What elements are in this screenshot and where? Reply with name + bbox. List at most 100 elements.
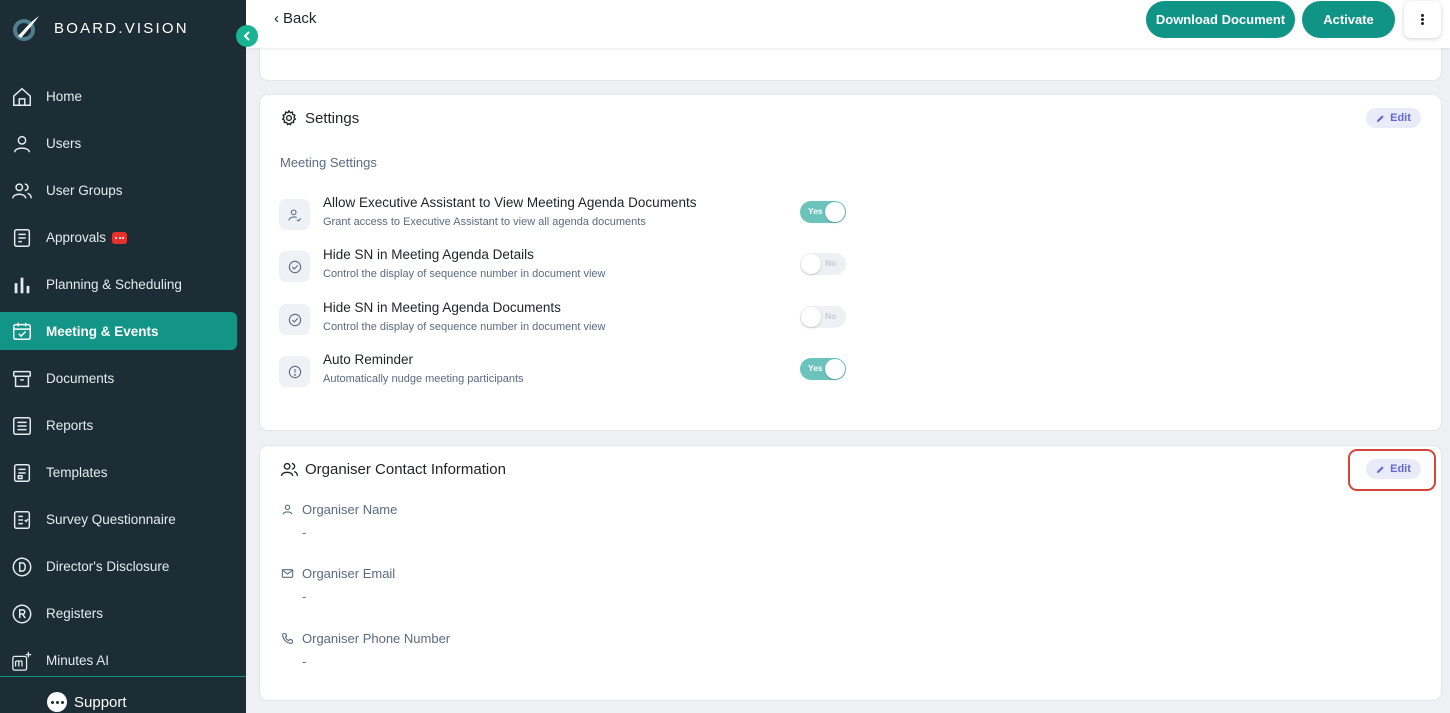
settings-edit-button[interactable]: Edit [1366, 108, 1421, 128]
sidebar-item-user-groups[interactable]: User Groups [0, 167, 246, 214]
message-badge-icon [112, 231, 128, 244]
field-label: Organiser Phone Number [302, 631, 451, 646]
toggle-knob [825, 202, 845, 222]
sidebar-item-approvals[interactable]: Approvals [0, 214, 246, 261]
toggle-label: No [825, 258, 837, 268]
edit-label: Edit [1390, 112, 1411, 124]
letter-r-icon [10, 602, 34, 626]
chevron-left-icon [244, 31, 250, 41]
sidebar-item-registers[interactable]: Registers [0, 590, 246, 637]
survey-icon [10, 508, 34, 532]
sidebar-item-label: Approvals [46, 230, 107, 245]
sidebar-item-label: Meeting & Events [46, 323, 159, 339]
back-button[interactable]: ‹ Back [274, 10, 316, 27]
collapse-sidebar-button[interactable] [236, 25, 258, 47]
setting-row-ea-view-documents: Allow Executive Assistant to View Meetin… [279, 195, 849, 235]
sidebar-item-templates[interactable]: Templates [0, 449, 246, 496]
toggle-label: Yes [808, 363, 823, 373]
field-value: - [302, 525, 307, 540]
brand[interactable]: BOARD.VISION [10, 12, 189, 44]
check-circle-icon [279, 251, 310, 282]
field-value: - [302, 654, 307, 669]
gear-icon [279, 108, 299, 128]
archive-icon [10, 367, 34, 391]
sidebar-item-label: User Groups [46, 183, 123, 198]
setting-title: Allow Executive Assistant to View Meetin… [323, 195, 697, 210]
sidebar-item-label: Planning & Scheduling [46, 277, 182, 292]
mail-icon [280, 567, 294, 581]
organiser-name-field: Organiser Name - [280, 502, 397, 540]
sidebar-item-meeting-events[interactable]: Meeting & Events [0, 312, 237, 350]
sidebar: BOARD.VISION Home Users User Groups Appr… [0, 0, 246, 713]
phone-icon [280, 632, 294, 646]
organiser-phone-field: Organiser Phone Number - [280, 631, 450, 669]
setting-title: Auto Reminder [323, 352, 414, 367]
sidebar-item-documents[interactable]: Documents [0, 355, 246, 402]
chat-bubble-icon [47, 692, 67, 712]
settings-title-text: Settings [305, 109, 360, 127]
field-value: - [302, 589, 307, 604]
support-label: Support [74, 693, 127, 711]
field-label: Organiser Name [302, 502, 398, 517]
pencil-icon [1377, 114, 1384, 122]
sidebar-item-label: Documents [46, 371, 115, 386]
sidebar-item-users[interactable]: Users [0, 120, 246, 167]
bar-chart-icon [10, 273, 34, 297]
toggle-ea-view-documents[interactable]: Yes [800, 201, 846, 223]
toggle-hide-sn-documents[interactable]: No [800, 306, 846, 328]
users-icon [10, 179, 34, 203]
toggle-knob [801, 307, 821, 327]
setting-row-hide-sn-details: Hide SN in Meeting Agenda Details Contro… [279, 247, 849, 287]
sidebar-item-label: Reports [46, 418, 94, 433]
toggle-label: No [825, 311, 837, 321]
top-bar: ‹ Back Download Document Activate [246, 0, 1450, 48]
organiser-contact-card: Organiser Contact Information Edit Organ… [260, 446, 1441, 700]
toggle-knob [825, 359, 845, 379]
user-icon [10, 132, 34, 156]
sidebar-item-label: Minutes AI [46, 653, 110, 668]
back-label: Back [283, 10, 317, 27]
template-icon [10, 461, 34, 485]
setting-row-hide-sn-documents: Hide SN in Meeting Agenda Documents Cont… [279, 300, 849, 340]
activate-button[interactable]: Activate [1302, 1, 1395, 38]
toggle-auto-reminder[interactable]: Yes [800, 358, 846, 380]
edit-highlight-box [1348, 449, 1436, 491]
minutes-ai-icon [10, 649, 34, 673]
toggle-knob [801, 254, 821, 274]
sidebar-item-label: Director's Disclosure [46, 559, 170, 574]
chevron-left-icon: ‹ [274, 10, 279, 27]
organiser-title-text: Organiser Contact Information [305, 460, 506, 478]
sidebar-item-directors-disclosure[interactable]: Director's Disclosure [0, 543, 246, 590]
meeting-settings-label: Meeting Settings [280, 155, 377, 170]
setting-title: Hide SN in Meeting Agenda Documents [323, 300, 561, 315]
alert-circle-icon [279, 356, 310, 387]
list-icon [10, 414, 34, 438]
more-options-button[interactable] [1404, 1, 1441, 38]
support-divider [0, 676, 246, 677]
sidebar-nav: Home Users User Groups Approvals Plannin… [0, 73, 246, 684]
sidebar-item-reports[interactable]: Reports [0, 402, 246, 449]
kebab-menu-icon [1421, 12, 1424, 26]
brand-name: BOARD.VISION [54, 19, 189, 37]
support-button[interactable]: Support [47, 692, 127, 712]
users-icon [279, 459, 299, 479]
sidebar-item-home[interactable]: Home [0, 73, 246, 120]
user-check-icon [279, 199, 310, 230]
sidebar-item-planning-scheduling[interactable]: Planning & Scheduling [0, 261, 246, 308]
toggle-hide-sn-details[interactable]: No [800, 253, 846, 275]
sidebar-item-label: Templates [46, 465, 108, 480]
calendar-check-icon [10, 319, 34, 343]
setting-description: Grant access to Executive Assistant to v… [323, 216, 646, 228]
sidebar-item-survey-questionnaire[interactable]: Survey Questionnaire [0, 496, 246, 543]
letter-d-icon [10, 555, 34, 579]
setting-title: Hide SN in Meeting Agenda Details [323, 247, 534, 262]
sidebar-item-label: Registers [46, 606, 104, 621]
organiser-title: Organiser Contact Information [279, 459, 506, 479]
toggle-label: Yes [808, 206, 823, 216]
user-icon [280, 503, 294, 517]
sidebar-item-label: Users [46, 136, 82, 151]
download-document-button[interactable]: Download Document [1146, 1, 1295, 38]
setting-description: Automatically nudge meeting participants [323, 373, 524, 385]
home-icon [10, 85, 34, 109]
setting-description: Control the display of sequence number i… [323, 268, 606, 280]
